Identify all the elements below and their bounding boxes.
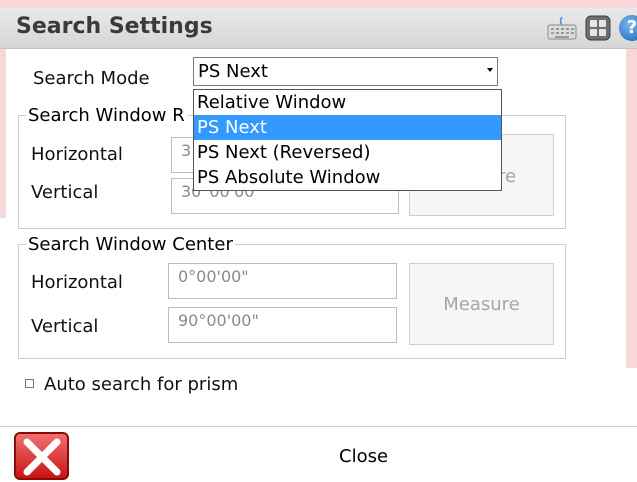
- search-mode-select[interactable]: PS Next: [193, 57, 498, 86]
- window-title: Search Settings: [16, 14, 213, 39]
- keyboard-icon[interactable]: [547, 15, 577, 41]
- search-window-center-title: Search Window Center: [26, 234, 235, 255]
- dropdown-option-ps-absolute-window[interactable]: PS Absolute Window: [194, 165, 501, 190]
- center-horizontal-label: Horizontal: [31, 272, 123, 293]
- search-mode-selected-value: PS Next: [198, 61, 268, 82]
- dropdown-option-ps-next[interactable]: PS Next: [194, 115, 501, 140]
- close-icon[interactable]: [14, 432, 69, 480]
- close-button[interactable]: Close: [0, 427, 637, 482]
- search-mode-label: Search Mode: [33, 68, 150, 89]
- background-decoration: [0, 0, 637, 8]
- range-vertical-label: Vertical: [31, 182, 99, 203]
- auto-search-checkbox[interactable]: [25, 379, 34, 388]
- center-measure-button[interactable]: Measure: [409, 263, 554, 345]
- auto-search-label[interactable]: Auto search for prism: [44, 374, 238, 395]
- title-bar: Search Settings ?: [0, 8, 637, 49]
- center-horizontal-field[interactable]: 0°00'00": [168, 263, 397, 299]
- calculator-icon[interactable]: [585, 15, 611, 41]
- chevron-down-icon[interactable]: [487, 68, 493, 72]
- dropdown-option-relative-window[interactable]: Relative Window: [194, 90, 501, 115]
- center-vertical-field[interactable]: 90°00'00": [168, 307, 397, 343]
- background-decoration: [626, 48, 637, 368]
- search-settings-window: Search Settings ? Search Mode PS Next Se…: [0, 0, 637, 482]
- center-vertical-label: Vertical: [31, 316, 99, 337]
- range-horizontal-label: Horizontal: [31, 144, 123, 165]
- center-measure-label: Measure: [443, 294, 520, 315]
- background-decoration: [0, 48, 6, 218]
- help-icon[interactable]: ?: [619, 15, 637, 41]
- dropdown-option-ps-next-reversed[interactable]: PS Next (Reversed): [194, 140, 501, 165]
- search-mode-dropdown-list: Relative Window PS Next PS Next (Reverse…: [193, 89, 502, 191]
- bottom-bar: Close: [0, 426, 637, 482]
- close-label: Close: [339, 446, 389, 467]
- search-window-range-title: Search Window R: [26, 105, 187, 126]
